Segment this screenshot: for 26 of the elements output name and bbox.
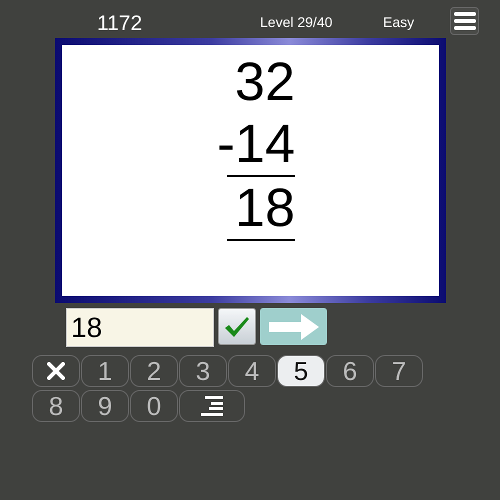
- digit-key[interactable]: 9: [81, 390, 129, 422]
- menu-button[interactable]: [450, 7, 479, 35]
- digit-key[interactable]: 4: [228, 355, 276, 387]
- digit-key[interactable]: 5: [277, 355, 325, 387]
- subtrahend: -14: [216, 113, 295, 175]
- arrow-right-icon: [268, 314, 318, 340]
- close-icon: [47, 362, 65, 380]
- digit-key[interactable]: 2: [130, 355, 178, 387]
- digit-key[interactable]: 6: [326, 355, 374, 387]
- check-button[interactable]: [218, 308, 256, 345]
- digit-key[interactable]: 7: [375, 355, 423, 387]
- menu-icon: [454, 11, 476, 31]
- level-indicator: Level 29/40: [260, 13, 332, 32]
- align-right-icon: [201, 396, 223, 416]
- minuend: 32: [234, 51, 295, 113]
- digit-key[interactable]: 3: [179, 355, 227, 387]
- digit-key[interactable]: 1: [81, 355, 129, 387]
- digit-key[interactable]: 8: [32, 390, 80, 422]
- checkmark-icon: [224, 316, 250, 338]
- answer-field[interactable]: 18: [66, 308, 214, 347]
- score: 1172: [97, 11, 142, 37]
- difficulty-label: Easy: [383, 13, 414, 32]
- clear-key[interactable]: [32, 355, 80, 387]
- align-right-key[interactable]: [179, 390, 245, 422]
- digit-key[interactable]: 0: [130, 390, 178, 422]
- result: 18: [234, 177, 295, 239]
